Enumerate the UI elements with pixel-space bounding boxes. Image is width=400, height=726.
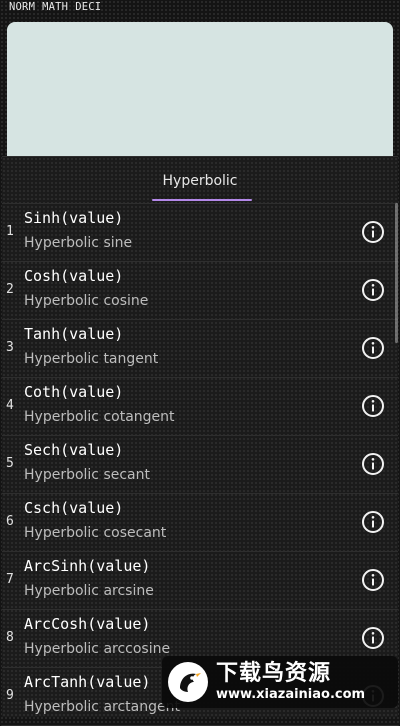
- info-icon: [362, 395, 384, 417]
- info-icon: [362, 627, 384, 649]
- mode-math: MATH: [42, 1, 69, 13]
- row-index: 2: [6, 282, 14, 297]
- function-row[interactable]: 5 Sech(value) Hyperbolic secant: [2, 436, 398, 494]
- bird-logo-icon: [168, 662, 208, 702]
- watermark-url: www.xiazainiao.com: [216, 687, 366, 702]
- function-syntax: Tanh(value): [24, 325, 124, 343]
- row-index: 4: [6, 398, 14, 413]
- info-icon: [362, 221, 384, 243]
- info-icon: [362, 511, 384, 533]
- watermark-badge: 下载鸟资源 www.xiazainiao.com: [162, 656, 398, 708]
- function-syntax: ArcCosh(value): [24, 615, 151, 633]
- category-tab-bar: Hyperbolic: [2, 157, 398, 203]
- function-row[interactable]: 3 Tanh(value) Hyperbolic tangent: [2, 320, 398, 378]
- function-syntax: Coth(value): [24, 383, 124, 401]
- info-icon: [362, 337, 384, 359]
- mode-deci: DECI: [75, 1, 102, 13]
- function-description: Hyperbolic cotangent: [24, 409, 175, 425]
- info-button[interactable]: [361, 510, 385, 534]
- info-button[interactable]: [361, 626, 385, 650]
- row-index: 5: [6, 456, 14, 471]
- info-button[interactable]: [361, 278, 385, 302]
- row-index: 6: [6, 514, 14, 529]
- function-description: Hyperbolic arcsine: [24, 583, 154, 599]
- function-syntax: Sech(value): [24, 441, 124, 459]
- function-syntax: Cosh(value): [24, 267, 124, 285]
- list-scrollbar[interactable]: [395, 203, 398, 343]
- tab-hyperbolic[interactable]: Hyperbolic: [152, 173, 248, 189]
- info-icon: [362, 279, 384, 301]
- function-row[interactable]: 4 Coth(value) Hyperbolic cotangent: [2, 378, 398, 436]
- watermark-title: 下载鸟资源: [216, 661, 332, 686]
- function-description: Hyperbolic cosecant: [24, 525, 167, 541]
- function-description: Hyperbolic sine: [24, 235, 133, 251]
- function-description: Hyperbolic arctangent: [24, 699, 180, 715]
- mode-norm: NORM: [9, 1, 36, 13]
- calculator-display[interactable]: [7, 22, 393, 172]
- function-syntax: ArcSinh(value): [24, 557, 151, 575]
- calculator-mode-indicators: NORM MATH DECI: [9, 1, 101, 13]
- row-index: 7: [6, 572, 14, 587]
- function-description: Hyperbolic secant: [24, 467, 150, 483]
- row-index: 3: [6, 340, 14, 355]
- function-picker-sheet: Hyperbolic 1 Sinh(value) Hyperbolic sine 2 C…: [2, 156, 398, 726]
- function-row[interactable]: 7 ArcSinh(value) Hyperbolic arcsine: [2, 552, 398, 610]
- info-button[interactable]: [361, 394, 385, 418]
- function-syntax: Csch(value): [24, 499, 124, 517]
- info-icon: [362, 569, 384, 591]
- function-syntax: Sinh(value): [24, 209, 124, 227]
- info-button[interactable]: [361, 452, 385, 476]
- function-description: Hyperbolic arccosine: [24, 641, 171, 657]
- info-button[interactable]: [361, 220, 385, 244]
- function-row[interactable]: 2 Cosh(value) Hyperbolic cosine: [2, 262, 398, 320]
- function-description: Hyperbolic cosine: [24, 293, 149, 309]
- function-description: Hyperbolic tangent: [24, 351, 159, 367]
- row-index: 1: [6, 224, 14, 239]
- row-index: 8: [6, 630, 14, 645]
- function-row[interactable]: 6 Csch(value) Hyperbolic cosecant: [2, 494, 398, 552]
- function-list: 1 Sinh(value) Hyperbolic sine 2 Cosh(value) H…: [2, 203, 398, 726]
- row-index: 9: [6, 688, 14, 703]
- info-button[interactable]: [361, 568, 385, 592]
- info-button[interactable]: [361, 336, 385, 360]
- info-icon: [362, 453, 384, 475]
- function-syntax: ArcTanh(value): [24, 673, 151, 691]
- function-row[interactable]: 1 Sinh(value) Hyperbolic sine: [2, 203, 398, 262]
- tab-selected-indicator: [152, 199, 252, 201]
